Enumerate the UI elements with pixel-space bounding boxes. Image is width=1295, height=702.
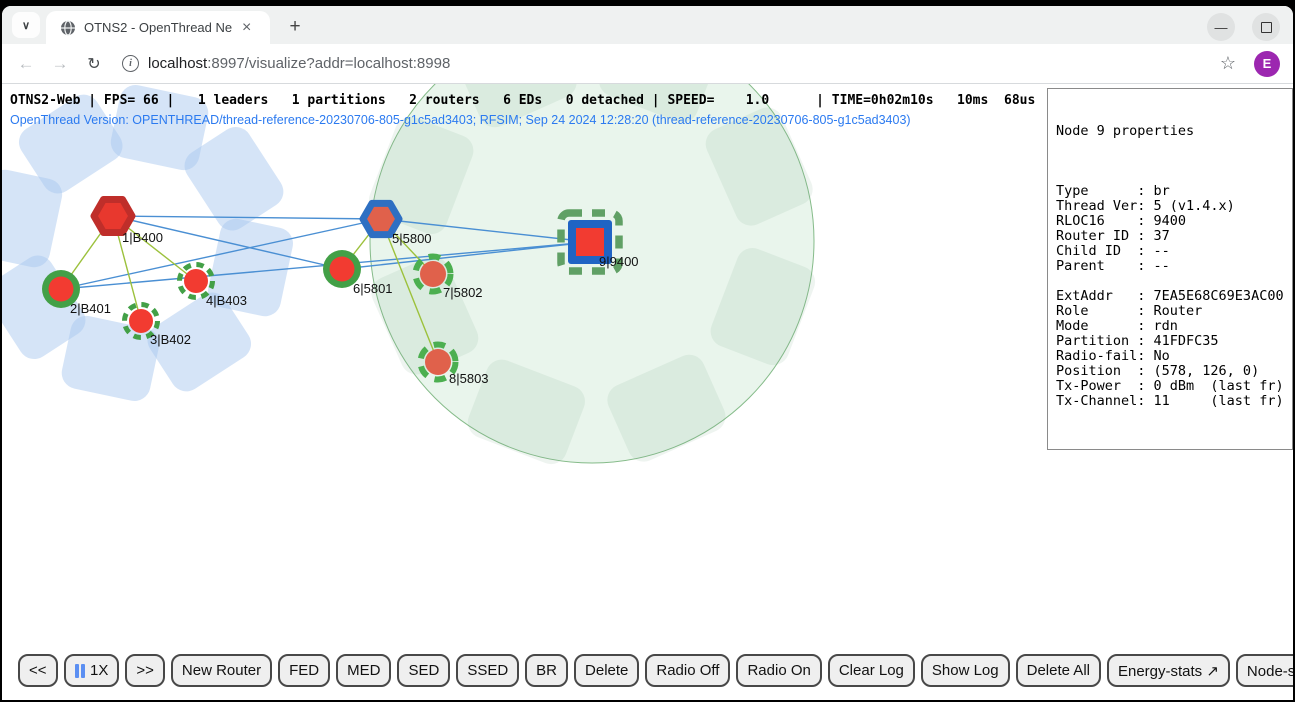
- property-line: Mode : rdn: [1056, 319, 1284, 334]
- property-line: Type : br: [1056, 184, 1284, 199]
- address-bar[interactable]: localhost:8997/visualize?addr=localhost:…: [148, 55, 1220, 72]
- tab-strip: ∨ OTNS2 - OpenThread Ne × + —: [2, 6, 1293, 44]
- node-properties-title: Node 9 properties: [1056, 124, 1284, 139]
- new-router-button[interactable]: New Router: [171, 654, 272, 687]
- simulation-status-line: OTNS2-Web | FPS= 66 | 1 leaders 1 partit…: [10, 93, 1035, 108]
- sed-button[interactable]: SED: [397, 654, 450, 687]
- node-stats-button[interactable]: Node-stats ↗: [1236, 654, 1293, 687]
- property-line: ExtAddr : 7EA5E68C69E3AC00: [1056, 289, 1284, 304]
- new-tab-button[interactable]: +: [282, 14, 308, 40]
- speed-up-button[interactable]: >>: [125, 654, 165, 687]
- node-label: 8|5803: [449, 371, 489, 386]
- property-line: Role : Router: [1056, 304, 1284, 319]
- node-label: 5|5800: [392, 231, 432, 246]
- pause-icon: [75, 664, 86, 678]
- node-label: 9|9400: [599, 254, 639, 269]
- maximize-button[interactable]: [1252, 13, 1280, 41]
- tab-search-button[interactable]: ∨: [12, 12, 40, 38]
- speed-pause-button[interactable]: 1X: [64, 654, 120, 687]
- bookmark-star-icon[interactable]: ☆: [1220, 53, 1236, 74]
- speed-down-button[interactable]: <<: [18, 654, 58, 687]
- radio-on-button[interactable]: Radio On: [736, 654, 821, 687]
- property-line: Tx-Power : 0 dBm (last fr): [1056, 379, 1284, 394]
- show-log-button[interactable]: Show Log: [921, 654, 1010, 687]
- forward-icon[interactable]: →: [50, 54, 70, 74]
- delete-all-button[interactable]: Delete All: [1016, 654, 1101, 687]
- med-button[interactable]: MED: [336, 654, 391, 687]
- speed-label: 1X: [90, 662, 108, 679]
- control-toolbar: << 1X >> New Router FED MED SED SSED BR …: [18, 654, 1289, 687]
- node-label: 6|5801: [353, 281, 393, 296]
- browser-window: ∨ OTNS2 - OpenThread Ne × + — ← → ↻ i lo…: [2, 6, 1293, 700]
- delete-button[interactable]: Delete: [574, 654, 639, 687]
- property-line: [1056, 274, 1284, 289]
- node-1[interactable]: 1|B400: [94, 200, 163, 246]
- property-line: Partition : 41FDFC35: [1056, 334, 1284, 349]
- energy-stats-button[interactable]: Energy-stats ↗: [1107, 654, 1230, 687]
- radio-off-button[interactable]: Radio Off: [645, 654, 730, 687]
- reload-icon[interactable]: ↻: [84, 54, 104, 74]
- tab-close-icon[interactable]: ×: [242, 20, 251, 36]
- url-bar-row: ← → ↻ i localhost:8997/visualize?addr=lo…: [2, 44, 1293, 84]
- url-path: :8997/visualize?addr=localhost:8998: [207, 55, 450, 72]
- property-line: Router ID : 37: [1056, 229, 1284, 244]
- clear-log-button[interactable]: Clear Log: [828, 654, 915, 687]
- simulation-canvas[interactable]: 1|B400 2|B401 3|B402 4|B403 5|5800 6|5801 7|58…: [2, 84, 1293, 700]
- property-line: Parent : --: [1056, 259, 1284, 274]
- url-host: localhost: [148, 55, 207, 72]
- property-line: Thread Ver: 5 (v1.4.x): [1056, 199, 1284, 214]
- node-label: 3|B402: [150, 332, 191, 347]
- property-line: Tx-Channel: 11 (last fr): [1056, 394, 1284, 409]
- openthread-version-line: OpenThread Version: OPENTHREAD/thread-re…: [10, 113, 911, 127]
- maximize-icon: [1261, 22, 1272, 33]
- profile-avatar[interactable]: E: [1254, 51, 1280, 77]
- node-label: 1|B400: [122, 230, 163, 245]
- node-label: 2|B401: [70, 301, 111, 316]
- property-line: Radio-fail: No: [1056, 349, 1284, 364]
- page-info-icon[interactable]: i: [122, 55, 139, 72]
- minimize-icon: —: [1215, 20, 1228, 35]
- ssed-button[interactable]: SSED: [456, 654, 519, 687]
- globe-icon: [60, 20, 76, 36]
- node-label: 4|B403: [206, 293, 247, 308]
- chevron-down-icon: ∨: [22, 19, 30, 32]
- property-line: Child ID : --: [1056, 244, 1284, 259]
- back-icon[interactable]: ←: [16, 54, 36, 74]
- property-line: RLOC16 : 9400: [1056, 214, 1284, 229]
- node-properties-panel: Node 9 properties Type : brThread Ver: 5…: [1047, 88, 1293, 450]
- minimize-button[interactable]: —: [1207, 13, 1235, 41]
- tab-title: OTNS2 - OpenThread Ne: [84, 20, 236, 35]
- br-button[interactable]: BR: [525, 654, 568, 687]
- property-line: [1056, 169, 1284, 184]
- property-line: Position : (578, 126, 0): [1056, 364, 1284, 379]
- tab-otns2[interactable]: OTNS2 - OpenThread Ne ×: [46, 11, 270, 44]
- fed-button[interactable]: FED: [278, 654, 330, 687]
- node-label: 7|5802: [443, 285, 483, 300]
- node-properties-lines: Type : brThread Ver: 5 (v1.4.x)RLOC16 : …: [1056, 169, 1284, 409]
